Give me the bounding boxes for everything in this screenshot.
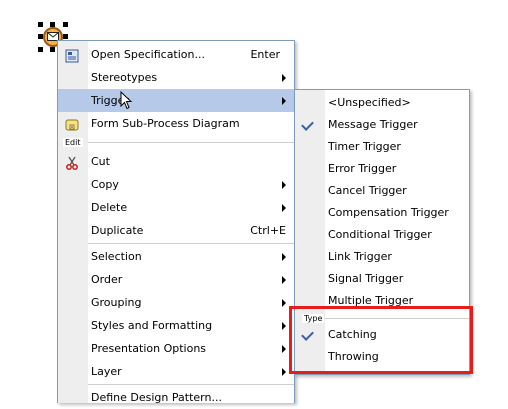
menu-item-trigger[interactable]: Trigger [58,89,294,112]
submenu-arrow-icon [282,97,286,105]
menu-item-label: Selection [91,250,142,263]
menu-item-label: Form Sub-Process Diagram [91,117,240,130]
menu-item-duplicate[interactable]: Duplicate Ctrl+E [58,219,294,242]
trigger-item-message[interactable]: Message Trigger [295,114,469,136]
group-label-edit: Edit [63,138,83,147]
menu-separator [88,243,294,244]
menu-item-label: Signal Trigger [328,272,404,285]
menu-item-label: Message Trigger [328,118,418,131]
trigger-item-cancel[interactable]: Cancel Trigger [295,180,469,202]
submenu-arrow-icon [282,276,286,284]
menu-item-stereotypes[interactable]: Stereotypes [58,66,294,89]
menu-item-label: Link Trigger [328,250,392,263]
menu-item-label: Delete [91,201,128,214]
submenu-arrow-icon [282,322,286,330]
submenu-arrow-icon [282,345,286,353]
context-menu: Open Specification... Enter Stereotypes … [57,40,295,404]
menu-item-order[interactable]: Order [58,268,294,291]
menu-item-grouping[interactable]: Grouping [58,291,294,314]
menu-item-label: Stereotypes [91,71,158,84]
menu-item-label: Error Trigger [328,162,397,175]
trigger-item-error[interactable]: Error Trigger [295,158,469,180]
submenu-arrow-icon [282,204,286,212]
submenu-arrow-icon [282,74,286,82]
menu-item-label: Define Design Pattern... [91,391,222,404]
menu-separator: Edit [63,138,294,147]
selection-handle[interactable] [63,22,68,27]
shortcut-label: Ctrl+E [250,224,286,237]
submenu-arrow-icon [282,368,286,376]
submenu-arrow-icon [282,253,286,261]
menu-item-presentation-options[interactable]: Presentation Options [58,337,294,360]
trigger-item-timer[interactable]: Timer Trigger [295,136,469,158]
menu-item-styles-and-formatting[interactable]: Styles and Formatting [58,314,294,337]
submenu-arrow-icon [282,181,286,189]
menu-item-copy[interactable]: Copy [58,173,294,196]
selection-handle[interactable] [38,22,43,27]
menu-item-label: Order [91,273,123,286]
trigger-item-link[interactable]: Link Trigger [295,246,469,268]
menu-item-label: Duplicate [91,224,144,237]
menu-item-label: Conditional Trigger [328,228,432,241]
menu-item-delete[interactable]: Delete [58,196,294,219]
menu-item-form-sub-process-diagram[interactable]: Form Sub-Process Diagram [58,112,294,135]
menu-item-label: Styles and Formatting [91,319,213,332]
menu-item-cut[interactable]: Cut [58,150,294,173]
menu-item-label: Layer [91,365,122,378]
checkmark-icon [301,118,314,131]
menu-item-label: Compensation Trigger [328,206,449,219]
submenu-arrow-icon [282,299,286,307]
menu-item-label: Presentation Options [91,342,207,355]
menu-item-label: Copy [91,178,119,191]
menu-item-label: Timer Trigger [328,140,401,153]
trigger-item-conditional[interactable]: Conditional Trigger [295,224,469,246]
mouse-cursor-icon [120,91,133,110]
specification-icon [65,48,79,63]
menu-item-layer[interactable]: Layer [58,360,294,383]
menu-item-define-design-pattern[interactable]: Define Design Pattern... [58,386,294,409]
trigger-item-signal[interactable]: Signal Trigger [295,268,469,290]
menu-item-label: Cancel Trigger [328,184,407,197]
trigger-item-compensation[interactable]: Compensation Trigger [295,202,469,224]
menu-item-label: Open Specification... [91,48,205,61]
menu-item-label: Cut [91,155,110,168]
callout-highlight-box [289,306,473,374]
trigger-item-unspecified[interactable]: <Unspecified> [295,92,469,114]
menu-item-label: Grouping [91,296,142,309]
menu-item-open-specification[interactable]: Open Specification... Enter [58,43,294,66]
selection-handle[interactable] [38,47,43,52]
scissors-icon [65,155,79,170]
menu-item-selection[interactable]: Selection [58,245,294,268]
shortcut-label: Enter [250,48,280,61]
selection-handle[interactable] [63,34,68,39]
selection-handle[interactable] [50,47,55,52]
menu-item-label: <Unspecified> [328,96,411,109]
subprocess-diagram-icon [65,117,79,131]
menu-separator [88,384,294,385]
